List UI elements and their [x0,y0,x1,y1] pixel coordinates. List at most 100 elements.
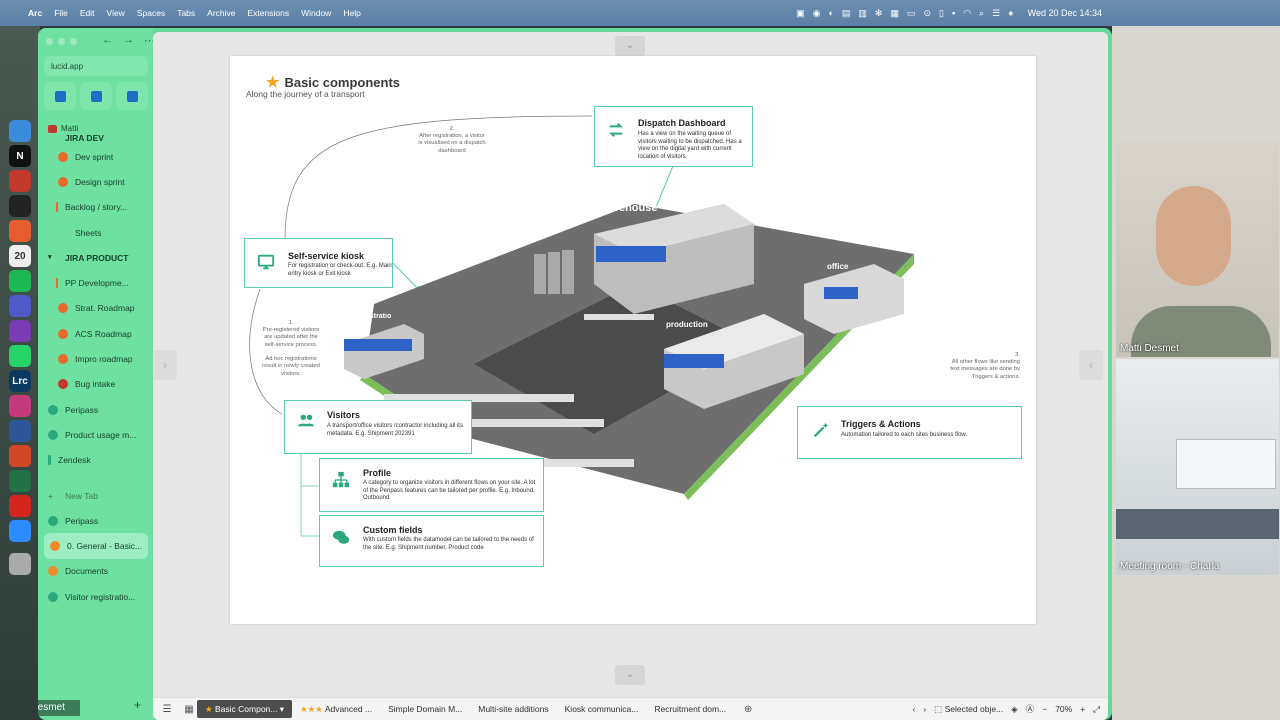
self-service-kiosk-card[interactable]: Self-service kiosk For registration or c… [244,238,393,288]
sidebar-tab-visitor-registration[interactable]: Visitor registratio... [42,584,150,609]
accessibility-icon[interactable]: Ⓐ [1026,703,1035,715]
status-icon-4[interactable]: ▤ [842,8,851,19]
whatsapp-icon[interactable] [9,345,31,367]
app-icon-3[interactable] [9,170,31,192]
sidebar-item-pp-development[interactable]: PP Developme... [42,270,150,295]
sidebar-tab-documents[interactable]: Documents [42,559,150,584]
triggers-actions-card[interactable]: Triggers & Actions Automation tailored t… [797,406,1022,459]
dispatch-dashboard-card[interactable]: Dispatch Dashboard Has a view on the wai… [594,106,753,167]
lightroom-icon[interactable]: Lrc [9,370,31,392]
menu-tabs[interactable]: Tabs [177,8,195,18]
powerpoint-icon[interactable] [9,445,31,467]
fullscreen-icon[interactable]: ⤢ [1093,704,1100,715]
lucid-canvas[interactable]: ⌄ › ‹ ★ Basic components Along the journ… [153,32,1108,720]
status-icon-1[interactable]: ▣ [796,8,805,19]
menu-extensions[interactable]: Extensions [248,8,290,18]
status-icon-6[interactable]: ▦ [890,8,899,19]
calendar-pin[interactable] [80,82,112,110]
menu-view[interactable]: View [107,8,125,18]
figma-icon[interactable] [9,195,31,217]
prev-page-button[interactable]: › [153,350,177,380]
page-tab-multi-site[interactable]: Multi-site additions [470,700,556,718]
next-page-button[interactable]: ‹ [1079,350,1103,380]
status-icon-2[interactable]: ◉ [813,8,821,19]
sidebar-tab-peripass[interactable]: Peripass [42,508,150,533]
status-icon-5[interactable]: ▥ [858,8,867,19]
sidebar-item-zendesk[interactable]: Zendesk [42,448,150,473]
back-icon[interactable]: ← [102,34,113,47]
sidebar-item-sheets[interactable]: Sheets [42,220,150,245]
sidebar-folder-jira-product[interactable]: ▾ JIRA PRODUCT [42,245,150,270]
status-icon-7[interactable]: ▯ [939,8,944,19]
menu-spaces[interactable]: Spaces [137,8,165,18]
page-tab-advanced[interactable]: ★★★ Advanced ... [292,700,380,718]
control-center-icon[interactable]: ☰ [992,8,1000,19]
zoom-out-icon[interactable]: − [1042,704,1047,714]
calendar-icon[interactable]: 20 [9,245,31,267]
sidebar-item-peripass[interactable]: Peripass [42,397,150,422]
gear-icon[interactable]: ✻ [875,8,883,19]
menu-app-name[interactable]: Arc [28,8,42,18]
sidebar-item-bug-intake[interactable]: Bug intake [42,372,150,397]
visitors-card[interactable]: Visitors A transport/office visitors /co… [284,400,472,454]
search-icon[interactable]: ⌕ [979,8,984,19]
zoom-icon[interactable] [9,520,31,542]
status-icon-3[interactable]: ◐ [828,8,833,18]
next-page-icon[interactable]: › [923,704,926,714]
acrobat-icon[interactable] [9,495,31,517]
menu-help[interactable]: Help [343,8,360,18]
menu-edit[interactable]: Edit [80,8,95,18]
sidebar-item-strat-roadmap[interactable]: Strat. Roadmap [42,296,150,321]
layers-icon[interactable]: ◈ [1011,704,1018,715]
app-icon-12[interactable] [9,395,31,417]
teams-icon[interactable] [9,295,31,317]
collapse-bottom-button[interactable]: ⌄ [615,665,645,685]
page-tab-recruitment[interactable]: Recruitment dom... [646,700,734,718]
siri-icon[interactable]: ● [1008,8,1013,18]
zoom-icon[interactable] [70,38,77,45]
play-icon[interactable]: ⊙ [923,8,931,19]
forward-icon[interactable]: → [123,34,134,47]
sidebar-item-acs-roadmap[interactable]: ACS Roadmap [42,321,150,346]
battery-icon[interactable]: ▭ [907,8,916,19]
notion-icon[interactable]: N [9,145,31,167]
sidebar-item-backlog[interactable]: Backlog / story... [42,195,150,220]
trash-icon[interactable] [9,553,31,575]
sidebar-item-impro-roadmap[interactable]: Impro roadmap [42,346,150,371]
url-bar[interactable]: lucid.app [44,56,148,76]
outlook-pin[interactable] [44,82,76,110]
minimize-icon[interactable] [58,38,65,45]
word-icon[interactable] [9,420,31,442]
menu-clock[interactable]: Wed 20 Dec 14:34 [1028,8,1102,18]
excel-icon[interactable] [9,470,31,492]
menu-file[interactable]: File [54,8,68,18]
menu-window[interactable]: Window [301,8,331,18]
list-icon[interactable]: ☰ [159,704,175,715]
profile-card[interactable]: Profile A category to organize visitors … [319,458,544,512]
custom-fields-card[interactable]: Custom fields With custom fields the dat… [319,515,544,567]
grid-icon[interactable]: ▦ [181,704,197,715]
sidebar-item-product-usage[interactable]: Product usage m... [42,422,150,447]
selected-objects[interactable]: ⬚ Selected obje... [934,704,1003,715]
zoom-in-icon[interactable]: + [1080,704,1085,714]
sidebar-folder-jira-dev[interactable]: JIRA DEV [42,132,150,144]
app-icon-5[interactable] [9,220,31,242]
status-icon-8[interactable]: ▪ [952,8,955,18]
sidebar-item-dev-sprint[interactable]: Dev sprint [42,144,150,169]
spotify-icon[interactable] [9,270,31,292]
page-tab-simple-domain[interactable]: Simple Domain M... [380,700,470,718]
onenote-icon[interactable] [9,320,31,342]
sidebar-add-icon[interactable]: + [134,698,141,712]
video-tile-participant[interactable]: Matti Desmet [1116,141,1279,357]
page-tab-basic[interactable]: ★ Basic Compon... ▾ [197,700,293,718]
add-page-icon[interactable]: ⊕ [740,704,756,715]
video-tile-meeting-room[interactable]: Meeting room - Charla [1116,359,1279,575]
zoom-level[interactable]: 70% [1055,704,1072,714]
slide-page[interactable]: ★ Basic components Along the journey of … [230,56,1036,624]
mail-pin[interactable] [116,82,148,110]
finder-icon[interactable] [9,120,31,142]
menu-archive[interactable]: Archive [207,8,235,18]
prev-page-icon[interactable]: ‹ [912,704,915,714]
new-tab-button[interactable]: + New Tab [42,483,150,508]
collapse-top-button[interactable]: ⌄ [615,36,645,56]
